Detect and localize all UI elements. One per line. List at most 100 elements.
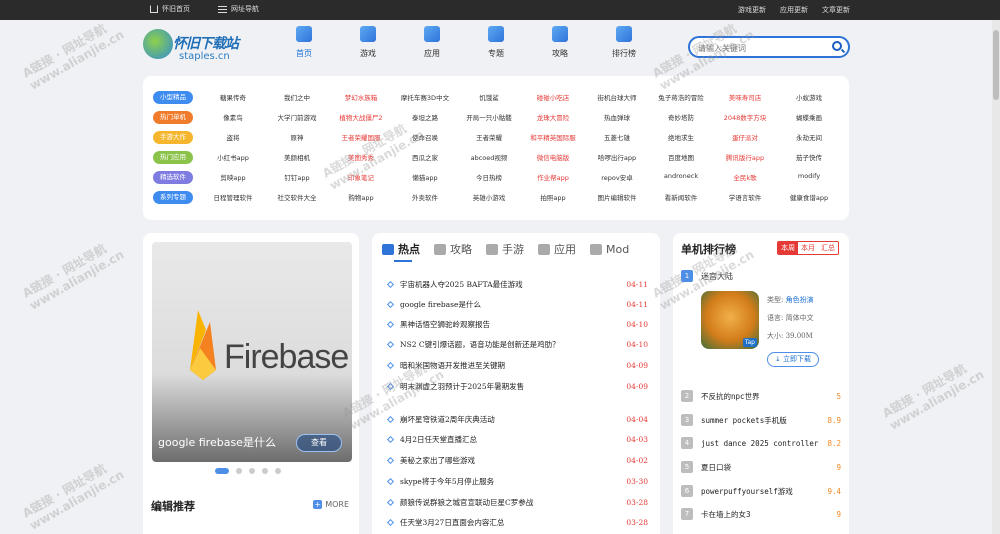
- category-link[interactable]: 外卖软件: [393, 192, 457, 202]
- category-link[interactable]: 原神: [265, 132, 329, 142]
- category-tag[interactable]: 手游大作: [153, 130, 193, 144]
- category-link[interactable]: 美颜相机: [265, 152, 329, 162]
- category-link[interactable]: androneck: [649, 172, 713, 182]
- category-link[interactable]: 百度地图: [649, 152, 713, 162]
- category-link[interactable]: 懒猫app: [393, 172, 457, 182]
- category-link[interactable]: 绝地求生: [649, 132, 713, 142]
- rank-item[interactable]: 6 powerpuffyourself游戏 9.4: [681, 482, 841, 500]
- carousel-dot[interactable]: [249, 468, 255, 474]
- category-link[interactable]: 社交软件大全: [265, 192, 329, 202]
- banner-view-button[interactable]: 查看: [296, 434, 342, 452]
- banner-caption[interactable]: google firebase是什么: [158, 434, 276, 450]
- category-link[interactable]: 兔子蒋浩的冒险: [649, 92, 713, 102]
- category-link[interactable]: 植物大战僵尸2: [329, 112, 393, 122]
- tab-guides[interactable]: 攻略: [434, 241, 472, 257]
- news-item[interactable]: google firebase是什么 04-11: [382, 294, 648, 314]
- category-link[interactable]: 哈啰出行app: [585, 152, 649, 162]
- rank-item-top[interactable]: 1 迷宫大陆: [681, 270, 733, 282]
- news-item[interactable]: 美秘之家出了哪些游戏 04-02: [382, 450, 648, 470]
- category-link[interactable]: 我们之中: [265, 92, 329, 102]
- category-link[interactable]: 日程管理软件: [201, 192, 265, 202]
- category-link[interactable]: 街机台球大师: [585, 92, 649, 102]
- news-item[interactable]: 任天堂3月27日直面会内容汇总 03-28: [382, 512, 648, 532]
- category-tag[interactable]: 热门应用: [153, 150, 193, 164]
- carousel-dot[interactable]: [215, 468, 229, 474]
- nav-topics[interactable]: 专题: [464, 26, 528, 59]
- rank-item[interactable]: 4 just dance 2025 controller 8.2: [681, 434, 841, 452]
- topbar-nav-link[interactable]: 网址导航: [218, 4, 259, 14]
- category-link[interactable]: 剪映app: [201, 172, 265, 182]
- category-value[interactable]: 角色扮演: [786, 296, 814, 304]
- category-link[interactable]: 梦幻水族箱: [329, 92, 393, 102]
- nav-ranking[interactable]: 排行榜: [592, 26, 656, 59]
- category-link[interactable]: 腾讯版行app: [713, 152, 777, 162]
- category-link[interactable]: repov安卓: [585, 172, 649, 182]
- category-link[interactable]: 西瓜之家: [393, 152, 457, 162]
- news-item[interactable]: 颜狼传说群狼之城官宣联动巨星C罗参战 03-28: [382, 492, 648, 512]
- category-link[interactable]: 美图秀秀: [329, 152, 393, 162]
- tab-mod[interactable]: Mod: [590, 241, 629, 257]
- category-link[interactable]: 作业帮app: [521, 172, 585, 182]
- category-link[interactable]: 小蚁游戏: [777, 92, 841, 102]
- category-link[interactable]: 蝴蝶乘画: [777, 112, 841, 122]
- category-link[interactable]: 永劫无间: [777, 132, 841, 142]
- game-cover-image[interactable]: Tap: [701, 291, 759, 349]
- game-update-link[interactable]: 游戏更新: [738, 5, 766, 15]
- category-link[interactable]: 图片编辑软件: [585, 192, 649, 202]
- search-input[interactable]: [698, 41, 828, 55]
- nav-apps[interactable]: 应用: [400, 26, 464, 59]
- category-link[interactable]: 王者荣耀国服: [329, 132, 393, 142]
- category-link[interactable]: 五菱七雄: [585, 132, 649, 142]
- banner-slide[interactable]: Firebase google firebase是什么 查看: [152, 242, 352, 462]
- news-item[interactable]: 暗和米国物语开发推进至关键期 04-09: [382, 355, 648, 375]
- category-link[interactable]: 和平精英国际服: [521, 132, 585, 142]
- category-link[interactable]: 钉钉app: [265, 172, 329, 182]
- more-link[interactable]: + MORE: [313, 500, 349, 509]
- news-item[interactable]: 明末渊虚之羽预计于2025年暑期发售 04-09: [382, 376, 648, 396]
- category-link[interactable]: 奇妙塔防: [649, 112, 713, 122]
- tab-mobile-games[interactable]: 手游: [486, 241, 524, 257]
- category-link[interactable]: 王者荣耀: [457, 132, 521, 142]
- category-link[interactable]: 英雄小游戏: [457, 192, 521, 202]
- search-icon[interactable]: [832, 41, 842, 51]
- category-link[interactable]: 看新闻软件: [649, 192, 713, 202]
- category-link[interactable]: 美味寿司店: [713, 92, 777, 102]
- tab-total[interactable]: 汇总: [818, 242, 838, 254]
- category-link[interactable]: 拍照app: [521, 192, 585, 202]
- category-tag[interactable]: 系列专题: [153, 190, 193, 204]
- tab-week[interactable]: 本周: [778, 242, 798, 254]
- category-link[interactable]: 微信电脑版: [521, 152, 585, 162]
- category-tag[interactable]: 小型精品: [153, 90, 193, 104]
- nav-guides[interactable]: 攻略: [528, 26, 592, 59]
- topbar-home-link[interactable]: 怀旧首页: [150, 4, 190, 14]
- category-link[interactable]: 印象笔记: [329, 172, 393, 182]
- news-item[interactable]: 黑神话悟空狮驼岭观察报告 04-10: [382, 314, 648, 334]
- category-link[interactable]: 像素鸟: [201, 112, 265, 122]
- site-logo[interactable]: 怀旧下载站 staples.cn: [143, 27, 243, 69]
- tab-hot[interactable]: 热点: [382, 241, 420, 257]
- rank-item[interactable]: 2 不反抗的npc世界 5: [681, 387, 841, 405]
- news-item[interactable]: 4月2日任天堂直播汇总 04-03: [382, 429, 648, 449]
- category-link[interactable]: 大学门前游戏: [265, 112, 329, 122]
- nav-games[interactable]: 游戏: [336, 26, 400, 59]
- category-link[interactable]: 饥饿鲨: [457, 92, 521, 102]
- rank-item[interactable]: 5 夏日口袋 9: [681, 458, 841, 476]
- category-link[interactable]: 龙珠大冒险: [521, 112, 585, 122]
- page-scrollbar[interactable]: [992, 20, 1000, 534]
- article-update-link[interactable]: 文章更新: [822, 5, 850, 15]
- category-link[interactable]: 全民k歌: [713, 172, 777, 182]
- news-item[interactable]: NS2 C键引爆话题，语音功能是创新还是鸡肋？ 04-10: [382, 334, 648, 354]
- news-item[interactable]: 宇宙机器人夺2025 BAFTA最佳游戏 04-11: [382, 274, 648, 294]
- category-link[interactable]: 糖果传奇: [201, 92, 265, 102]
- category-link[interactable]: 小红书app: [201, 152, 265, 162]
- category-link[interactable]: 使命召唤: [393, 132, 457, 142]
- category-link[interactable]: 热血弹球: [585, 112, 649, 122]
- download-button[interactable]: ⤓ 立即下载: [767, 352, 819, 367]
- carousel-dot[interactable]: [236, 468, 242, 474]
- carousel-dot[interactable]: [275, 468, 281, 474]
- tab-apps[interactable]: 应用: [538, 241, 576, 257]
- category-link[interactable]: 盗将: [201, 132, 265, 142]
- carousel-dot[interactable]: [262, 468, 268, 474]
- category-link[interactable]: 2048数字方块: [713, 112, 777, 122]
- category-link[interactable]: 碰碰小吃店: [521, 92, 585, 102]
